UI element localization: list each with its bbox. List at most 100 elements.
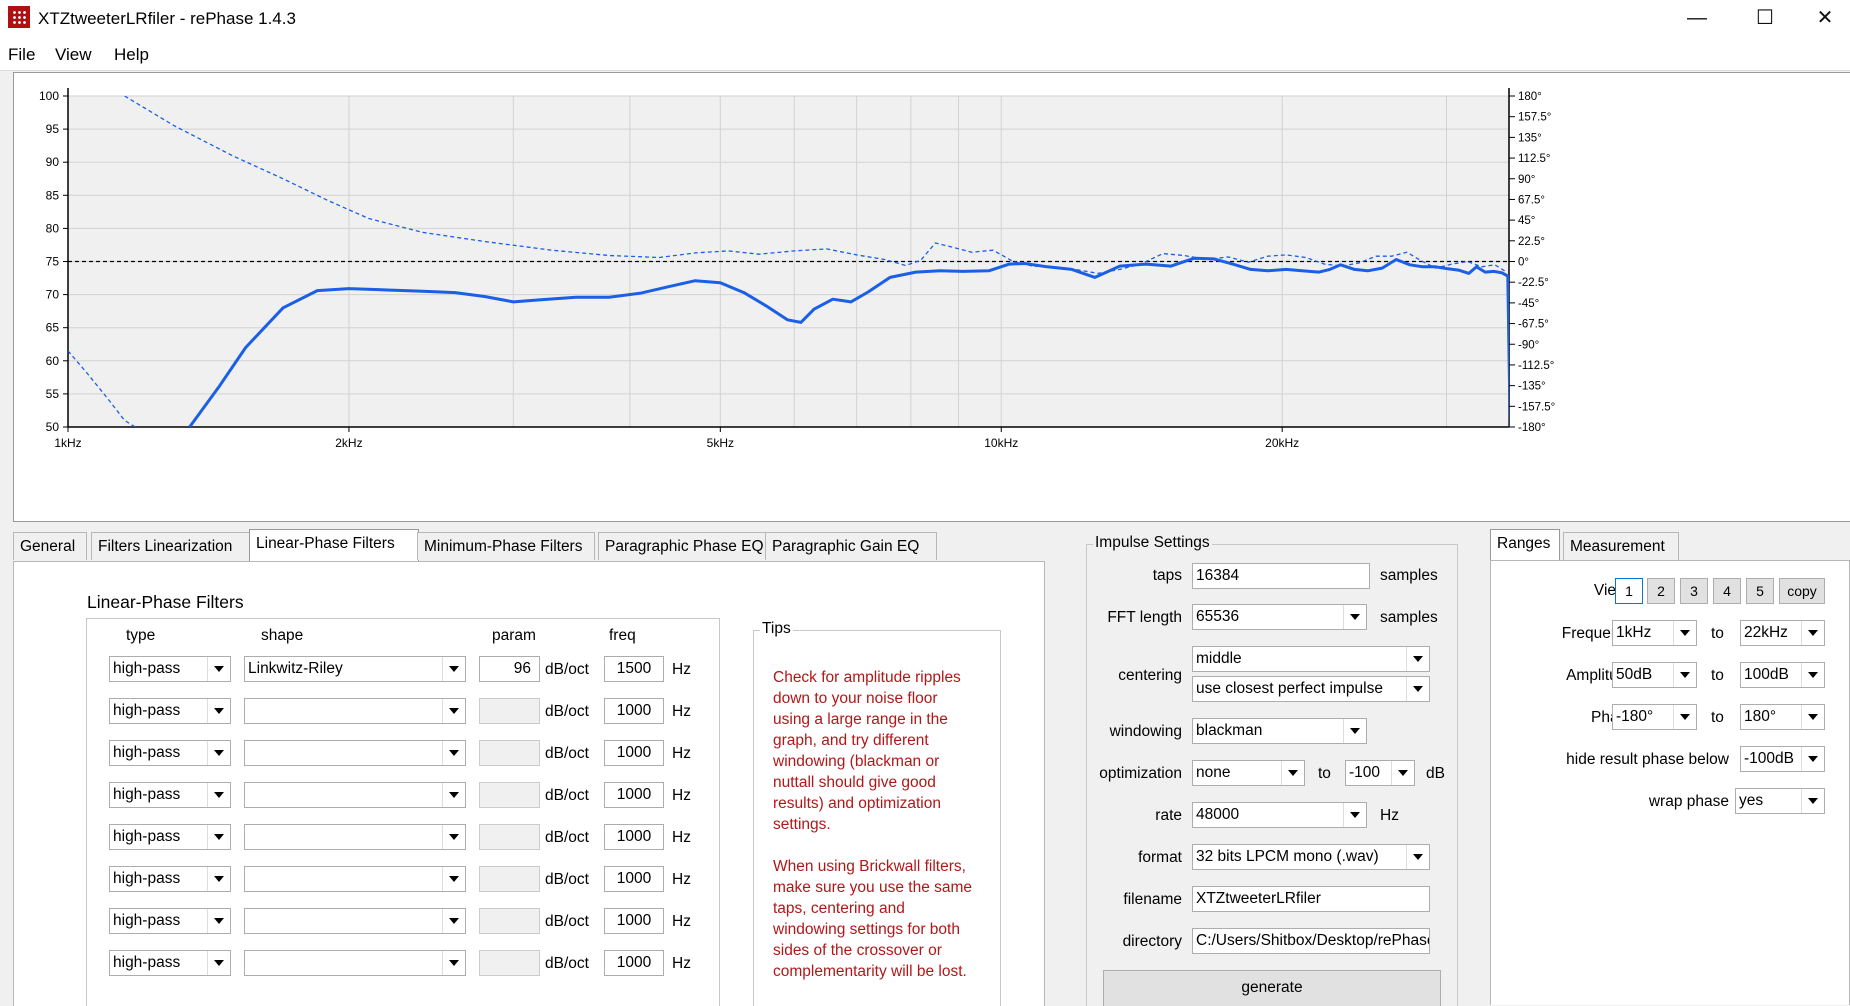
windowing-select[interactable]: blackman (1192, 718, 1367, 744)
menu-file[interactable]: File (8, 45, 35, 65)
filter-freq-input[interactable]: 1000 (604, 740, 664, 766)
filter-shape-select[interactable] (244, 908, 466, 934)
maximize-button[interactable]: ☐ (1735, 0, 1795, 38)
filter-shape-select[interactable] (244, 698, 466, 724)
filter-param-input[interactable] (479, 824, 540, 850)
phase-to-label: to (1711, 709, 1724, 726)
view-3-button[interactable]: 3 (1680, 578, 1708, 604)
view-1-button[interactable]: 1 (1615, 578, 1643, 604)
x-tick-label: 5kHz (707, 436, 734, 450)
filename-input[interactable]: XTZtweeterLRfiler (1192, 886, 1430, 912)
tab-minimum-phase-filters[interactable]: Minimum-Phase Filters (417, 532, 595, 560)
optimization-db-select[interactable]: -100 (1345, 760, 1415, 786)
response-graph[interactable]: 100 95 90 85 80 75 70 65 60 55 50 180° 157.5° 135° 112… (13, 72, 1850, 522)
filter-type-select[interactable]: high-pass (109, 698, 231, 724)
tab-general[interactable]: General (13, 532, 87, 560)
filter-param-input[interactable] (479, 740, 540, 766)
filter-type-select[interactable]: high-pass (109, 866, 231, 892)
close-button[interactable]: ✕ (1800, 0, 1850, 38)
wrap-phase-select[interactable]: yes (1735, 788, 1825, 814)
filter-freq-input[interactable]: 1000 (604, 908, 664, 934)
menu-view[interactable]: View (55, 45, 92, 65)
filter-freq-input[interactable]: 1000 (604, 824, 664, 850)
y-tick-label: 80 (46, 221, 60, 235)
chevron-down-icon (1281, 761, 1304, 785)
filter-type-select[interactable]: high-pass (109, 950, 231, 976)
filter-type-select[interactable]: high-pass (109, 740, 231, 766)
chevron-down-icon (207, 825, 230, 849)
format-select[interactable]: 32 bits LPCM mono (.wav) (1192, 844, 1430, 870)
filter-shape-select[interactable] (244, 824, 466, 850)
y-tick-label: 70 (46, 288, 60, 302)
filter-freq-input[interactable]: 1000 (604, 950, 664, 976)
filter-type-value: high-pass (113, 828, 181, 845)
fft-length-select[interactable]: 65536 (1192, 604, 1367, 630)
x-tick-label: 10kHz (984, 436, 1018, 450)
filter-type-value: high-pass (113, 786, 181, 803)
filter-param-input[interactable] (479, 908, 540, 934)
taps-input[interactable]: 16384 (1192, 563, 1370, 589)
view-5-button[interactable]: 5 (1746, 578, 1774, 604)
filter-type-select[interactable]: high-pass (109, 782, 231, 808)
filter-freq-input[interactable]: 1000 (604, 782, 664, 808)
filter-shape-select[interactable] (244, 782, 466, 808)
phase-from-select[interactable]: -180° (1612, 704, 1697, 730)
frequency-to-select[interactable]: 22kHz (1740, 620, 1825, 646)
optimization-select[interactable]: none (1192, 760, 1305, 786)
phase-to-select[interactable]: 180° (1740, 704, 1825, 730)
centering-select[interactable]: middle (1192, 646, 1430, 672)
filter-param-input[interactable] (479, 698, 540, 724)
rate-unit: Hz (1380, 807, 1399, 824)
phase-tick-label: 157.5° (1518, 112, 1551, 124)
tab-linear-phase-filters[interactable]: Linear-Phase Filters (249, 529, 419, 561)
col-freq: freq (609, 627, 636, 644)
filter-shape-select[interactable] (244, 740, 466, 766)
filter-param-input[interactable] (479, 782, 540, 808)
wrap-phase-label: wrap phase (1648, 793, 1729, 810)
copy-view-button[interactable]: copy (1779, 578, 1825, 604)
filter-freq-input[interactable]: 1500 (604, 656, 664, 682)
freq-unit: Hz (672, 955, 691, 972)
generate-button[interactable]: generate (1103, 970, 1441, 1006)
tab-measurement[interactable]: Measurement (1563, 532, 1679, 560)
filter-type-select[interactable]: high-pass (109, 824, 231, 850)
filter-param-input[interactable] (479, 866, 540, 892)
windowing-value: blackman (1196, 722, 1263, 739)
filter-shape-select[interactable] (244, 866, 466, 892)
hide-phase-select[interactable]: -100dB (1740, 746, 1825, 772)
rate-select[interactable]: 48000 (1192, 802, 1367, 828)
filter-type-select[interactable]: high-pass (109, 656, 231, 682)
centering-mode-select[interactable]: use closest perfect impulse (1192, 676, 1430, 702)
filter-shape-select[interactable] (244, 950, 466, 976)
tab-filters-linearization[interactable]: Filters Linearization (91, 532, 253, 560)
directory-input[interactable]: C:/Users/Shitbox/Desktop/rePhase (1192, 928, 1430, 954)
param-unit: dB/oct (545, 955, 589, 972)
rate-label: rate (1155, 807, 1182, 824)
amplitude-to-select[interactable]: 100dB (1740, 662, 1825, 688)
filter-type-select[interactable]: high-pass (109, 908, 231, 934)
col-param: param (492, 627, 536, 644)
frequency-from-select[interactable]: 1kHz (1612, 620, 1697, 646)
linear-phase-heading: Linear-Phase Filters (87, 592, 244, 612)
view-4-button[interactable]: 4 (1713, 578, 1741, 604)
chevron-down-icon (442, 951, 465, 975)
filter-freq-input[interactable]: 1000 (604, 698, 664, 724)
filter-param-input[interactable] (479, 950, 540, 976)
tab-paragraphic-gain-eq[interactable]: Paragraphic Gain EQ (765, 532, 937, 560)
minimize-button[interactable]: — (1667, 0, 1727, 38)
amplitude-to-value: 100dB (1744, 666, 1789, 683)
phase-tick-label: -112.5° (1518, 360, 1554, 372)
chevron-down-icon (1391, 761, 1414, 785)
tab-ranges[interactable]: Ranges (1490, 529, 1560, 561)
amplitude-from-select[interactable]: 50dB (1612, 662, 1697, 688)
filter-shape-select[interactable]: Linkwitz-Riley (244, 656, 466, 682)
view-2-button[interactable]: 2 (1647, 578, 1675, 604)
tab-paragraphic-phase-eq[interactable]: Paragraphic Phase EQ (598, 532, 773, 560)
filter-freq-input[interactable]: 1000 (604, 866, 664, 892)
optimization-value: none (1196, 764, 1231, 781)
chevron-down-icon (442, 909, 465, 933)
filter-param-input[interactable]: 96 (479, 656, 540, 682)
param-unit: dB/oct (545, 787, 589, 804)
menu-help[interactable]: Help (114, 45, 149, 65)
optimization-to-label: to (1318, 765, 1331, 782)
